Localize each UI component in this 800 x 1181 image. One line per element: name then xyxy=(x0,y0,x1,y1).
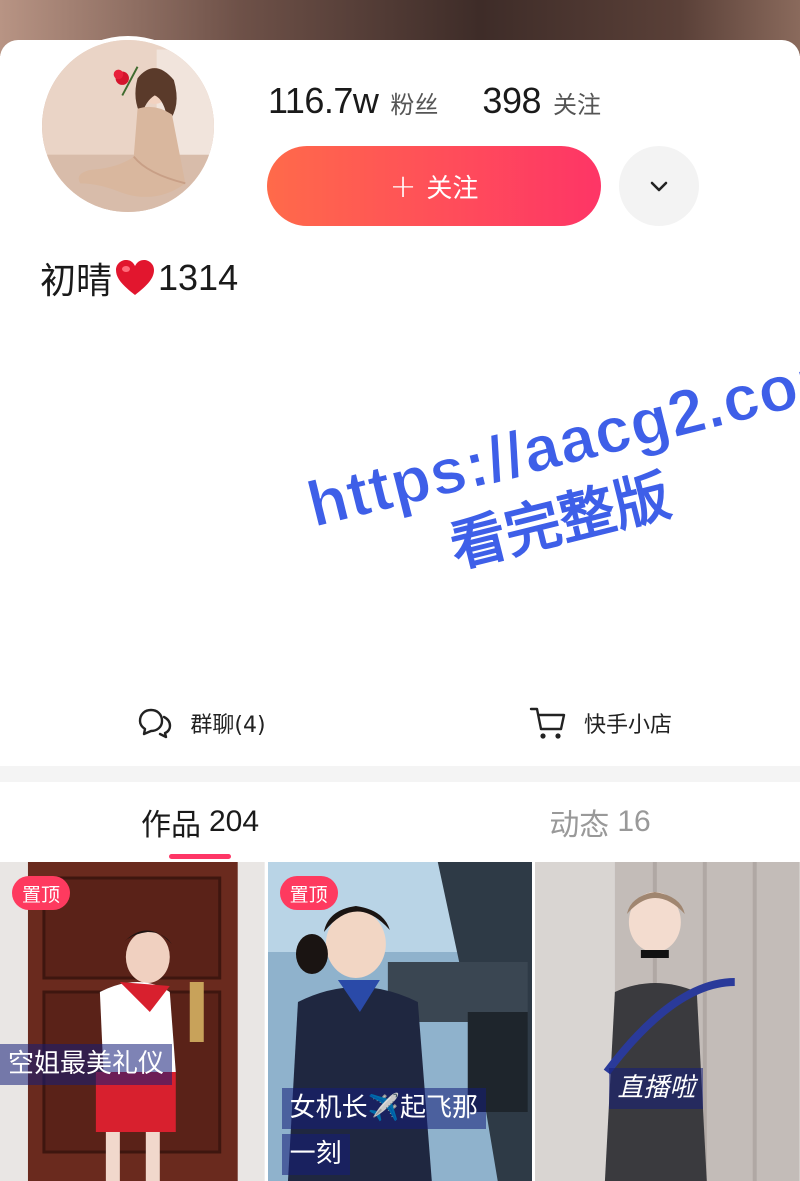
nickname-text: 初晴 xyxy=(40,261,113,302)
video-thumbnail[interactable]: 直播啦 xyxy=(535,862,800,1181)
tab-works[interactable]: 作品 204 xyxy=(0,782,400,862)
pinned-badge: 置顶 xyxy=(12,876,71,910)
chevron-down-icon xyxy=(650,181,668,192)
heart-icon xyxy=(116,260,155,295)
video-caption: 直播啦 xyxy=(609,1068,704,1109)
group-chat-label: 群聊(4) xyxy=(190,713,266,738)
tab-moments-label: 动态 xyxy=(549,808,610,843)
quick-links-row: 群聊(4) 快手小店 xyxy=(0,690,800,756)
following-label[interactable]: 关注 xyxy=(553,85,601,120)
shopping-cart-icon xyxy=(529,707,566,739)
avatar[interactable] xyxy=(38,36,218,216)
video-grid: 置顶 空姐最美礼仪 置顶 女机长✈️起飞那 一刻 直播啦 xyxy=(0,862,800,1181)
content-tabs: 作品 204 动态 16 xyxy=(0,782,800,862)
following-count[interactable]: 398 xyxy=(482,80,541,122)
section-divider xyxy=(0,766,800,782)
plus-icon: + xyxy=(389,167,417,205)
watermark-overlay: https://aacg2.com 看完整版 xyxy=(300,335,800,615)
video-cover-image xyxy=(535,862,800,1181)
tab-works-label: 作品 xyxy=(140,808,201,843)
video-caption-line-1: 女机长✈️起飞那 xyxy=(281,1088,487,1129)
pinned-badge: 置顶 xyxy=(279,876,338,910)
followers-count[interactable]: 116.7w xyxy=(268,80,379,122)
tab-works-count: 204 xyxy=(208,805,260,838)
followers-label[interactable]: 粉丝 xyxy=(390,85,438,120)
video-caption-line-2: 一刻 xyxy=(281,1134,350,1175)
follow-button[interactable]: + 关注 xyxy=(267,146,601,226)
shop-link[interactable]: 快手小店 xyxy=(400,690,800,756)
follow-button-label: 关注 xyxy=(426,173,479,204)
profile-nickname: 初晴 1314 xyxy=(40,252,238,304)
tab-moments-count: 16 xyxy=(617,805,651,838)
group-chat-link[interactable]: 群聊(4) xyxy=(0,690,400,756)
nickname-suffix: 1314 xyxy=(158,257,239,298)
video-thumbnail[interactable]: 置顶 空姐最美礼仪 xyxy=(0,862,265,1181)
tab-moments[interactable]: 动态 16 xyxy=(400,782,800,862)
active-tab-indicator xyxy=(169,854,231,859)
shop-label: 快手小店 xyxy=(583,713,672,738)
avatar-photo xyxy=(42,40,214,212)
video-caption: 空姐最美礼仪 xyxy=(0,1044,173,1085)
more-options-button[interactable] xyxy=(619,146,699,226)
profile-stats: 116.7w 粉丝 398 关注 xyxy=(268,80,601,126)
video-thumbnail[interactable]: 置顶 女机长✈️起飞那 一刻 xyxy=(267,862,533,1181)
chat-bubbles-icon xyxy=(139,708,172,739)
